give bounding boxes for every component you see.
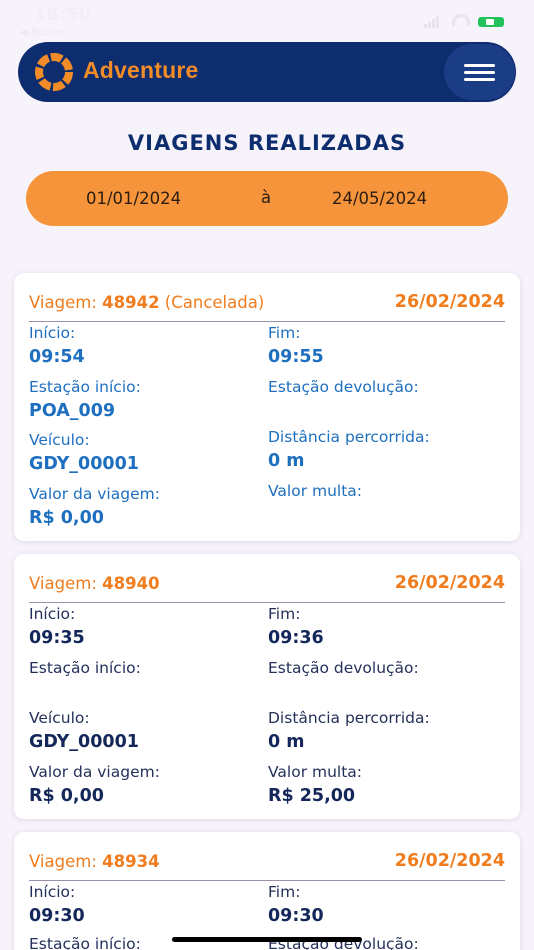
vehicle-value: GDY_00001 [29, 732, 139, 752]
fine-value: R$ 25,00 [268, 786, 356, 806]
start-value: 09:35 [29, 628, 85, 648]
status-time: 18:50 [34, 4, 92, 25]
end-value: 09:36 [268, 628, 324, 648]
distance-value: 0 m [268, 732, 305, 752]
home-indicator[interactable] [172, 937, 362, 942]
wifi-icon [452, 14, 470, 26]
trip-date: 26/02/2024 [394, 851, 505, 871]
battery-icon [478, 17, 504, 27]
end-label: Fim: [268, 324, 301, 342]
return-station-label: Estação devolução: [268, 378, 419, 396]
logo-icon [35, 53, 73, 91]
trip-status: (Cancelada) [164, 293, 265, 312]
trip-heading: Viagem: 48940 [29, 574, 160, 593]
trip-value: R$ 0,00 [29, 508, 104, 528]
vehicle-value: GDY_00001 [29, 454, 139, 474]
page-title: VIAGENS REALIZADAS [127, 131, 407, 155]
distance-value: 0 m [268, 451, 305, 471]
end-value: 09:55 [268, 347, 324, 367]
start-value: 09:30 [29, 906, 85, 926]
distance-label: Distância percorrida: [268, 709, 430, 727]
trip-number: 48934 [102, 852, 160, 871]
vehicle-label: Veículo: [29, 431, 90, 449]
distance-label: Distância percorrida: [268, 428, 430, 446]
divider [29, 602, 505, 603]
start-station-label: Estação início: [29, 935, 141, 950]
fine-label: Valor multa: [268, 763, 363, 781]
status-bar: 18:50 ◀ Buscar [0, 0, 534, 40]
hamburger-icon [464, 64, 495, 67]
start-station-label: Estação início: [29, 378, 141, 396]
trip-value: R$ 0,00 [29, 786, 104, 806]
trip-heading: Viagem: 48942 (Cancelada) [29, 293, 265, 312]
menu-button[interactable] [444, 44, 515, 100]
date-separator: à [261, 188, 272, 207]
date-range-filter[interactable]: 01/01/2024 à 24/05/2024 [26, 171, 508, 226]
return-station-label: Estação devolução: [268, 659, 419, 677]
vehicle-label: Veículo: [29, 709, 90, 727]
start-station-label: Estação início: [29, 659, 141, 677]
status-icons [424, 14, 504, 28]
trip-value-label: Valor da viagem: [29, 763, 160, 781]
trip-number: 48940 [102, 574, 160, 593]
fine-label: Valor multa: [268, 482, 363, 500]
end-label: Fim: [268, 883, 301, 901]
brand-name: Adventure [83, 57, 199, 83]
divider [29, 880, 505, 881]
start-label: Início: [29, 605, 76, 623]
trip-date: 26/02/2024 [394, 292, 505, 312]
status-back-link[interactable]: ◀ Buscar [20, 27, 65, 38]
trip-date: 26/02/2024 [394, 573, 505, 593]
end-label: Fim: [268, 605, 301, 623]
date-from[interactable]: 01/01/2024 [86, 189, 181, 208]
end-value: 09:30 [268, 906, 324, 926]
date-to[interactable]: 24/05/2024 [332, 189, 427, 208]
trip-heading: Viagem: 48934 [29, 852, 160, 871]
trip-card[interactable]: Viagem: 48940 26/02/2024 Início: 09:35 F… [14, 554, 520, 819]
start-station-value: POA_009 [29, 401, 116, 421]
divider [29, 321, 505, 322]
trip-card[interactable]: Viagem: 48942 (Cancelada) 26/02/2024 Iní… [14, 273, 520, 541]
trip-value-label: Valor da viagem: [29, 485, 160, 503]
app-header: Adventure [18, 42, 516, 102]
trip-card[interactable]: Viagem: 48934 26/02/2024 Início: 09:30 F… [14, 832, 520, 950]
trip-number: 48942 [102, 293, 160, 312]
signal-icon [424, 16, 440, 28]
start-label: Início: [29, 883, 76, 901]
start-value: 09:54 [29, 347, 85, 367]
start-label: Início: [29, 324, 76, 342]
